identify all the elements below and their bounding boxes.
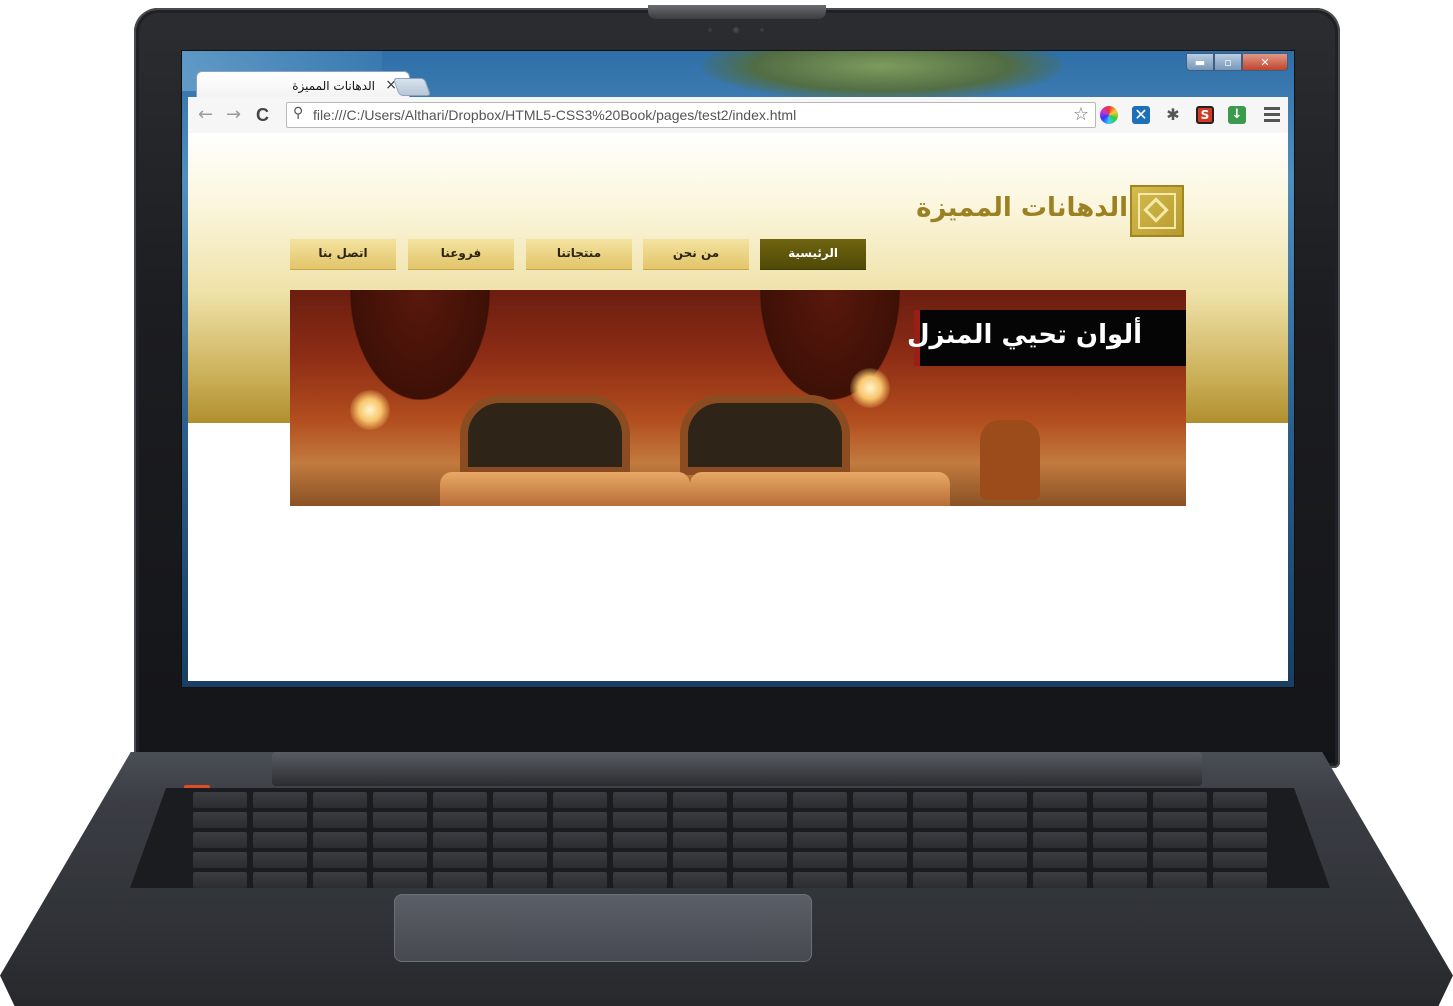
bookmark-star-icon[interactable]: ☆ — [1073, 104, 1089, 125]
bug-extension-icon[interactable]: ✱ — [1164, 106, 1182, 124]
url-text: file:///C:/Users/Althari/Dropbox/HTML5-C… — [313, 107, 797, 123]
color-picker-extension-icon[interactable] — [1100, 106, 1118, 124]
back-arrow-icon[interactable]: ← — [198, 106, 213, 124]
keyboard-row-function — [130, 792, 1330, 808]
address-bar[interactable]: ⚲ file:///C:/Users/Althari/Dropbox/HTML5… — [286, 102, 1096, 128]
nav-item-about[interactable]: من نحن — [643, 239, 749, 270]
download-extension-icon[interactable]: ↓ — [1228, 106, 1246, 124]
forward-arrow-icon[interactable]: → — [226, 106, 241, 124]
browser-tab[interactable]: الدهانات المميزة × — [196, 71, 410, 100]
site-logo-text[interactable]: الدهانات المميزة — [908, 193, 1128, 223]
keyboard-row-top — [130, 832, 1330, 848]
nav-item-contact[interactable]: اتصل بنا — [290, 239, 396, 270]
nav-item-branches[interactable]: فروعنا — [408, 239, 514, 270]
minimize-button[interactable]: ▬ — [1186, 53, 1214, 71]
webcam-sensor-right — [760, 28, 764, 32]
maximize-button[interactable]: ▫ — [1214, 53, 1242, 71]
hero-lamp-left — [350, 390, 390, 430]
nav-item-home[interactable]: الرئيسية — [760, 239, 866, 270]
webcam — [731, 25, 741, 35]
nav-item-products[interactable]: منتجاتنا — [526, 239, 632, 270]
laptop-screen: ▬ ▫ ✕ الدهانات المميزة × ← → C ⚲ file://… — [181, 50, 1295, 688]
touchpad[interactable] — [394, 894, 812, 962]
hero-caption-box: ألوان تحيي المنزل — [907, 310, 1186, 366]
laptop-hinge — [272, 752, 1202, 786]
search-icon: ⚲ — [293, 105, 304, 121]
hero-drape-left — [350, 290, 490, 400]
menu-icon[interactable] — [1264, 107, 1280, 125]
webcam-sensor-left — [708, 28, 712, 32]
close-window-button[interactable]: ✕ — [1242, 53, 1288, 71]
hero-bed-right — [690, 472, 950, 506]
hero-headboard-right — [680, 395, 850, 475]
page-viewport: الدهانات المميزة الرئيسية من نحن منتجاتن… — [188, 133, 1288, 681]
hero-caption-text: ألوان تحيي المنزل — [906, 320, 1142, 350]
keyboard-row-home — [130, 852, 1330, 868]
hero-headboard-left — [460, 395, 630, 475]
lid-top-notch — [648, 5, 826, 19]
hero-banner: ألوان تحيي المنزل — [290, 290, 1186, 506]
logo-emblem-icon[interactable] — [1130, 185, 1184, 237]
window-controls: ▬ ▫ ✕ — [1186, 53, 1288, 71]
browser-toolbar: ← → C ⚲ file:///C:/Users/Althari/Dropbox… — [188, 97, 1288, 134]
new-tab-button[interactable] — [392, 78, 432, 96]
hero-lamp-right — [850, 368, 890, 408]
x-extension-icon[interactable]: ✕ — [1132, 106, 1150, 124]
s-extension-icon[interactable]: S — [1196, 106, 1214, 124]
keyboard-row-bottom — [130, 872, 1330, 888]
keyboard-row-numbers — [130, 812, 1330, 828]
hero-armchair — [980, 420, 1040, 500]
hero-bed-left — [440, 472, 690, 506]
reload-icon[interactable]: C — [256, 106, 269, 124]
main-navigation: الرئيسية من نحن منتجاتنا فروعنا اتصل بنا — [290, 239, 866, 270]
tab-title: الدهانات المميزة — [292, 79, 375, 93]
keyboard — [130, 788, 1330, 888]
desktop-wallpaper-foliage — [702, 51, 1062, 101]
